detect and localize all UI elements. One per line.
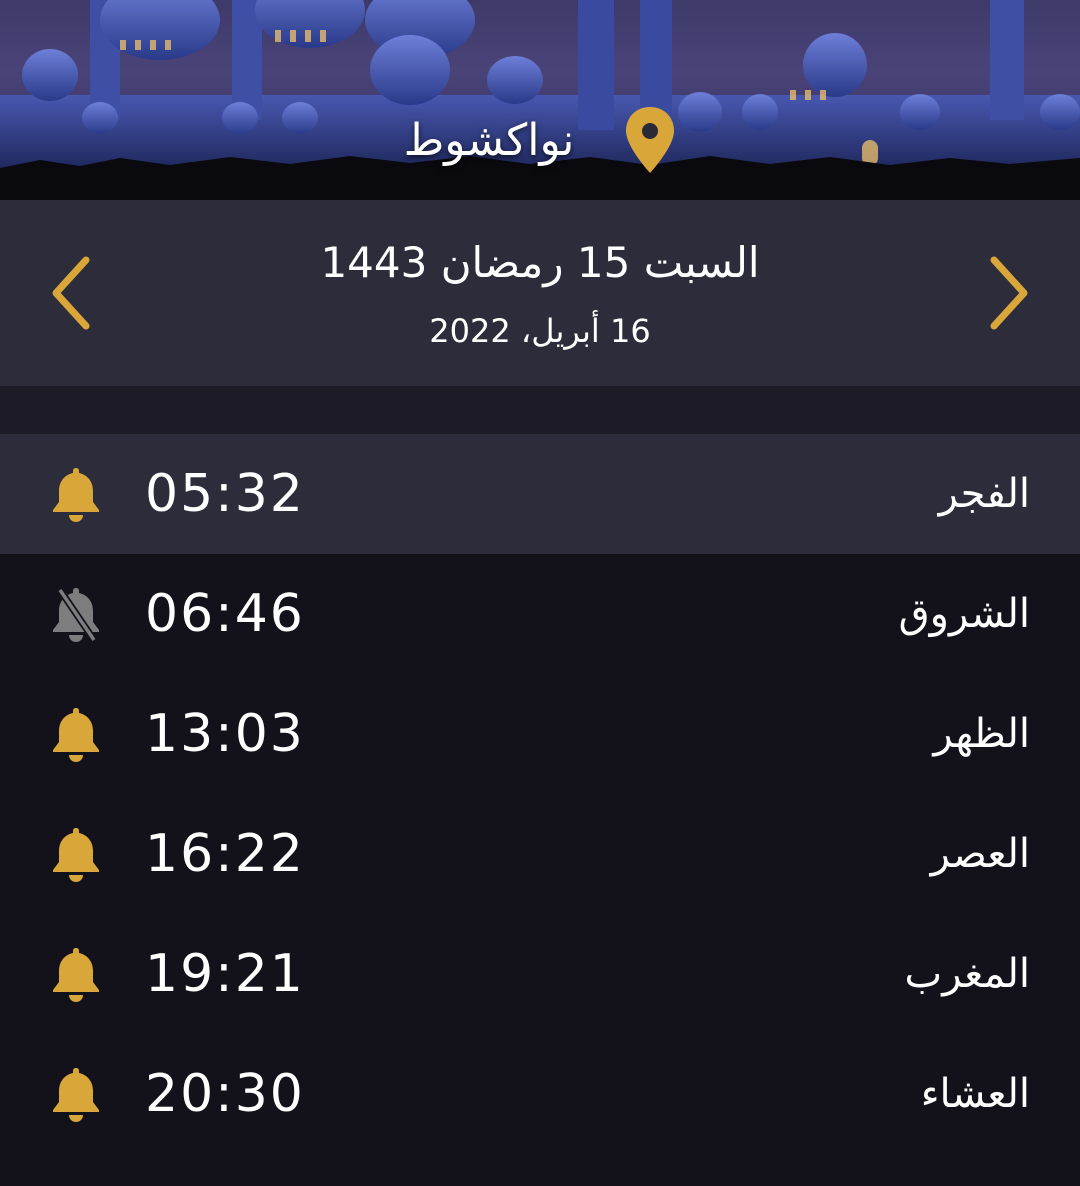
alarm-toggle-isha[interactable] — [46, 1064, 106, 1124]
bell-icon — [53, 708, 99, 762]
hijri-date: السبت 15 رمضان 1443 — [320, 238, 760, 287]
chevron-right-icon — [990, 256, 1028, 330]
date-navigator: السبت 15 رمضان 1443 16 أبريل، 2022 — [0, 200, 1080, 386]
prayer-time: 13:03 — [145, 704, 305, 764]
prayer-times-screen: نواكشوط السبت 15 رمضان 1443 16 أبريل، 20… — [0, 0, 1080, 1186]
bell-icon — [53, 948, 99, 1002]
section-divider — [0, 386, 1080, 434]
prayer-row-maghrib[interactable]: 19:21 المغرب — [0, 914, 1080, 1034]
prayer-row-sunrise[interactable]: 06:46 الشروق — [0, 554, 1080, 674]
alarm-toggle-fajr[interactable] — [46, 464, 106, 524]
prayer-time: 06:46 — [145, 584, 305, 644]
alarm-toggle-asr[interactable] — [46, 824, 106, 884]
bell-off-icon — [53, 588, 99, 642]
prayer-name: الفجر — [938, 471, 1030, 517]
prayer-time: 20:30 — [145, 1064, 305, 1124]
prayer-name: الشروق — [898, 591, 1030, 637]
prayer-time: 05:32 — [145, 464, 305, 524]
prayer-times-list: 05:32 الفجر 06:46 الشروق 13:03 الظهر 16:… — [0, 434, 1080, 1154]
location-header[interactable]: نواكشوط — [0, 100, 1080, 180]
prayer-row-isha[interactable]: 20:30 العشاء — [0, 1034, 1080, 1154]
prayer-time: 19:21 — [145, 944, 305, 1004]
map-pin-icon — [626, 107, 675, 173]
prayer-time: 16:22 — [145, 824, 305, 884]
alarm-toggle-sunrise[interactable] — [46, 584, 106, 644]
prayer-name: الظهر — [933, 711, 1030, 757]
header-banner: نواكشوط — [0, 0, 1080, 200]
bell-icon — [53, 1068, 99, 1122]
prayer-name: العشاء — [920, 1071, 1030, 1117]
prayer-row-dhuhr[interactable]: 13:03 الظهر — [0, 674, 1080, 794]
next-day-button[interactable] — [978, 250, 1038, 336]
bell-icon — [53, 468, 99, 522]
alarm-toggle-maghrib[interactable] — [46, 944, 106, 1004]
prayer-row-fajr[interactable]: 05:32 الفجر — [0, 434, 1080, 554]
gregorian-date: 16 أبريل، 2022 — [429, 312, 651, 350]
alarm-toggle-dhuhr[interactable] — [46, 704, 106, 764]
prayer-name: العصر — [930, 831, 1030, 877]
prayer-row-asr[interactable]: 16:22 العصر — [0, 794, 1080, 914]
prayer-name: المغرب — [904, 951, 1030, 997]
bell-icon — [53, 828, 99, 882]
location-name: نواكشوط — [403, 114, 575, 166]
